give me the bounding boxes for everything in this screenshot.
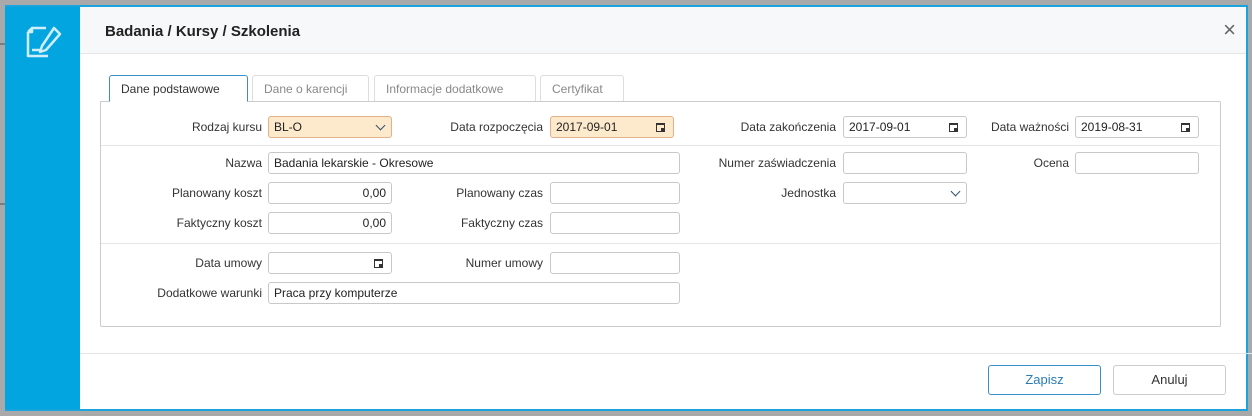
calendar-icon[interactable]	[949, 123, 958, 132]
numer-zaswiadczenia-input[interactable]	[843, 152, 967, 174]
nazwa-input[interactable]: Badania lekarskie - Okresowe	[268, 152, 680, 174]
close-icon[interactable]: ×	[1223, 19, 1236, 41]
label-nazwa: Nazwa	[225, 156, 262, 170]
jednostka-select[interactable]	[843, 182, 967, 204]
data-waznosci-value: 2019-08-31	[1081, 120, 1143, 134]
planowany-koszt-input[interactable]: 0,00	[268, 182, 392, 204]
dodatkowe-warunki-input[interactable]: Praca przy komputerze	[268, 282, 680, 304]
label-data-umowy: Data umowy	[195, 256, 262, 270]
tab-certyfikat[interactable]: Certyfikat	[540, 75, 624, 101]
save-button[interactable]: Zapisz	[988, 365, 1101, 395]
footer-divider	[80, 353, 1252, 354]
label-ocena: Ocena	[1033, 156, 1069, 170]
label-planowany-czas: Planowany czas	[456, 186, 543, 200]
label-rodzaj-kursu: Rodzaj kursu	[191, 120, 262, 134]
label-faktyczny-czas: Faktyczny czas	[460, 216, 543, 230]
label-jednostka: Jednostka	[781, 186, 836, 200]
divider	[101, 243, 1220, 244]
calendar-icon[interactable]	[1181, 123, 1190, 132]
dialog-title: Badania / Kursy / Szkolenia	[105, 23, 301, 40]
rodzaj-kursu-value: BL-O	[274, 120, 303, 134]
label-faktyczny-koszt: Faktyczny koszt	[176, 216, 262, 230]
numer-umowy-input[interactable]	[550, 252, 680, 274]
edit-document-icon	[26, 26, 62, 58]
label-planowany-koszt: Planowany koszt	[171, 186, 262, 200]
data-waznosci-input[interactable]: 2019-08-31	[1075, 116, 1199, 138]
label-numer-zaswiadczenia: Numer zaświadczenia	[718, 156, 836, 170]
ocena-input[interactable]	[1075, 152, 1199, 174]
calendar-icon[interactable]	[656, 123, 665, 132]
data-rozpoczecia-input[interactable]: 2017-09-01	[550, 116, 674, 138]
faktyczny-czas-input[interactable]	[550, 212, 680, 234]
tab-dane-podstawowe[interactable]: Dane podstawowe	[109, 75, 248, 102]
dialog-header: Badania / Kursy / Szkolenia ×	[80, 7, 1246, 54]
label-numer-umowy: Numer umowy	[465, 256, 543, 270]
label-data-rozpoczecia: Data rozpoczęcia	[450, 120, 543, 134]
label-dodatkowe-warunki: Dodatkowe warunki	[157, 286, 262, 300]
chevron-down-icon	[375, 120, 386, 131]
planowany-czas-input[interactable]	[550, 182, 680, 204]
faktyczny-koszt-input[interactable]: 0,00	[268, 212, 392, 234]
data-rozpoczecia-value: 2017-09-01	[556, 120, 618, 134]
dialog-sidebar	[5, 7, 80, 409]
chevron-down-icon	[950, 186, 961, 197]
cancel-button[interactable]: Anuluj	[1113, 365, 1226, 395]
tab-dane-o-karencji[interactable]: Dane o karencji	[252, 75, 369, 101]
label-data-zakonczenia: Data zakończenia	[740, 120, 836, 134]
data-zakonczenia-input[interactable]: 2017-09-01	[843, 116, 967, 138]
data-zakonczenia-value: 2017-09-01	[849, 120, 911, 134]
label-data-waznosci: Data ważności	[990, 120, 1069, 134]
rodzaj-kursu-select[interactable]: BL-O	[268, 116, 392, 138]
data-umowy-input[interactable]	[268, 252, 392, 274]
tab-informacje-dodatkowe[interactable]: Informacje dodatkowe	[374, 75, 536, 101]
divider	[101, 145, 1220, 146]
calendar-icon[interactable]	[374, 259, 383, 268]
